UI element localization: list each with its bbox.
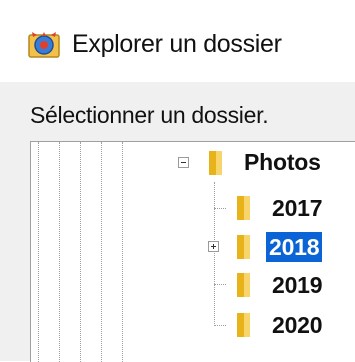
folder-icon bbox=[209, 151, 222, 175]
tree-item-2019[interactable]: 2019 bbox=[269, 270, 325, 300]
explorer-app-icon bbox=[28, 32, 60, 58]
folder-icon bbox=[237, 196, 250, 220]
tree-connector bbox=[214, 284, 226, 285]
dialog-body: Sélectionner un dossier. Photos 2017 201… bbox=[0, 82, 355, 362]
tree-connector bbox=[214, 182, 215, 326]
tree-item-2018[interactable]: 2018 bbox=[266, 232, 323, 262]
tree-guide-line bbox=[101, 142, 102, 362]
tree-guide-line bbox=[59, 142, 60, 362]
tree-item-2020[interactable]: 2020 bbox=[269, 310, 325, 340]
dialog-prompt: Sélectionner un dossier. bbox=[30, 102, 269, 128]
collapse-photos-icon[interactable] bbox=[178, 157, 189, 168]
tree-guide-line bbox=[80, 142, 81, 362]
folder-icon bbox=[237, 235, 250, 259]
tree-connector bbox=[214, 208, 226, 209]
title-bar: Explorer un dossier bbox=[0, 0, 355, 82]
tree-item-2017[interactable]: 2017 bbox=[269, 193, 325, 223]
expand-2018-icon[interactable] bbox=[208, 241, 219, 252]
tree-guide-line bbox=[38, 142, 39, 362]
tree-item-photos[interactable]: Photos bbox=[241, 147, 324, 177]
window-title: Explorer un dossier bbox=[72, 30, 282, 58]
folder-tree[interactable]: Photos 2017 2018 2019 2020 bbox=[30, 141, 355, 362]
tree-guide-line bbox=[122, 142, 123, 362]
folder-icon bbox=[237, 273, 250, 297]
tree-connector bbox=[214, 325, 226, 326]
folder-icon bbox=[237, 313, 250, 337]
